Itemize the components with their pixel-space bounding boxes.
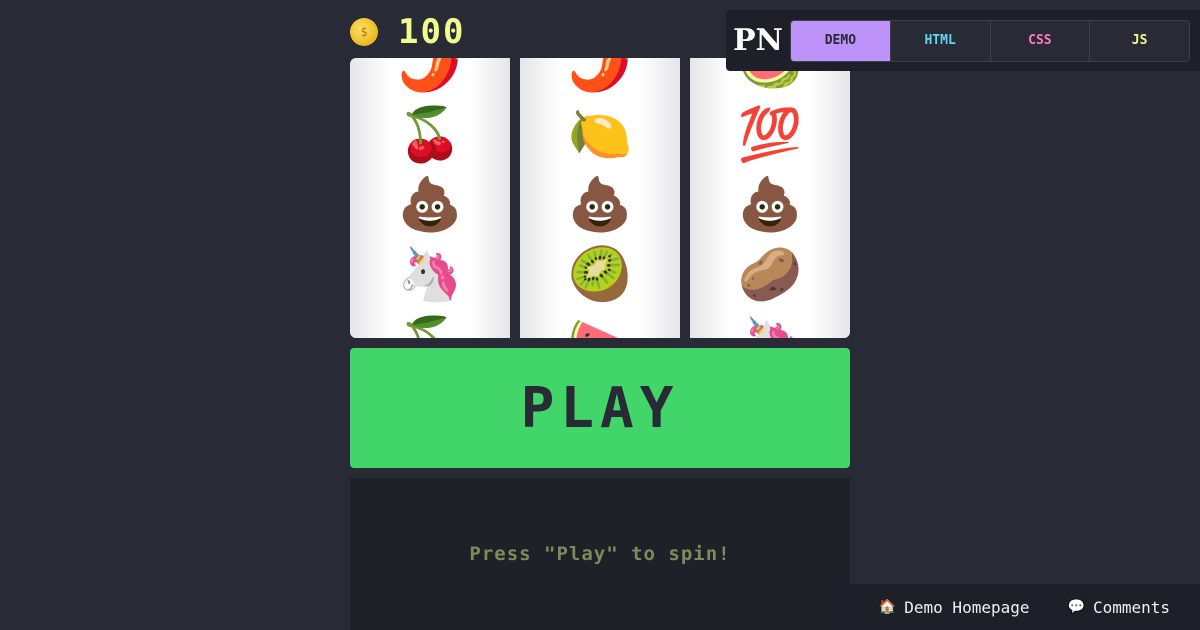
- reel-symbol: 🍋: [567, 105, 633, 165]
- tab-css[interactable]: CSS: [989, 20, 1090, 61]
- reel-symbol: 💩: [397, 175, 463, 235]
- reel-symbol: 💩: [567, 175, 633, 235]
- demo-homepage-link[interactable]: 🏠 Demo Homepage: [879, 598, 1030, 617]
- view-tabs: DEMO HTML CSS JS: [790, 19, 1190, 62]
- reel-symbol: 🥝: [567, 245, 633, 305]
- reel-symbol: 🌶️: [567, 58, 633, 95]
- comments-label: Comments: [1092, 597, 1170, 617]
- demo-homepage-label: Demo Homepage: [904, 597, 1030, 617]
- comments-link[interactable]: 💬 Comments: [1068, 598, 1171, 617]
- reel-symbol: 🍉: [520, 310, 680, 338]
- tab-html[interactable]: HTML: [889, 20, 990, 61]
- reel-symbol: 💯: [737, 105, 803, 165]
- reel-symbol: 🍒: [350, 310, 510, 338]
- reel-3: 🍉💯💩🥔🦄: [690, 58, 850, 338]
- reel-symbol: 🍒: [397, 105, 463, 165]
- status-message: Press "Play" to spin!: [469, 543, 731, 565]
- demo-topbar: PN DEMO HTML CSS JS: [726, 10, 1200, 71]
- tab-demo[interactable]: DEMO: [791, 20, 890, 61]
- reel-symbol: 🦄: [690, 310, 850, 338]
- reel-symbol: 💩: [737, 175, 803, 235]
- reel-2: 🌶️ 🍋 💩 🥝 🍉: [520, 58, 680, 338]
- coin-balance: $ 100: [350, 12, 465, 52]
- logo[interactable]: PN: [726, 23, 790, 58]
- reel-1: 🌶️ 🍒 💩 🦄 🍒: [350, 58, 510, 338]
- footer-bar: 🏠 Demo Homepage 💬 Comments: [836, 584, 1200, 630]
- tab-js[interactable]: JS: [1089, 20, 1189, 61]
- home-icon: 🏠: [878, 599, 897, 615]
- coin-icon: $: [350, 18, 378, 46]
- reel-symbol: 🌶️: [397, 58, 463, 95]
- coin-count: 100: [398, 12, 466, 52]
- slot-reels: 🌶️ 🍒 💩 🦄 🍒 🌶️ 🍋 💩 🥝 🍉 🍉 💯 💩 🥔 🦄: [350, 58, 850, 338]
- reel-symbol: 🦄: [397, 245, 463, 305]
- reel-symbol: 🥔: [737, 245, 803, 305]
- message-panel: Press "Play" to spin!: [350, 478, 850, 630]
- play-button[interactable]: PLAY: [350, 348, 850, 468]
- comment-icon: 💬: [1067, 599, 1085, 615]
